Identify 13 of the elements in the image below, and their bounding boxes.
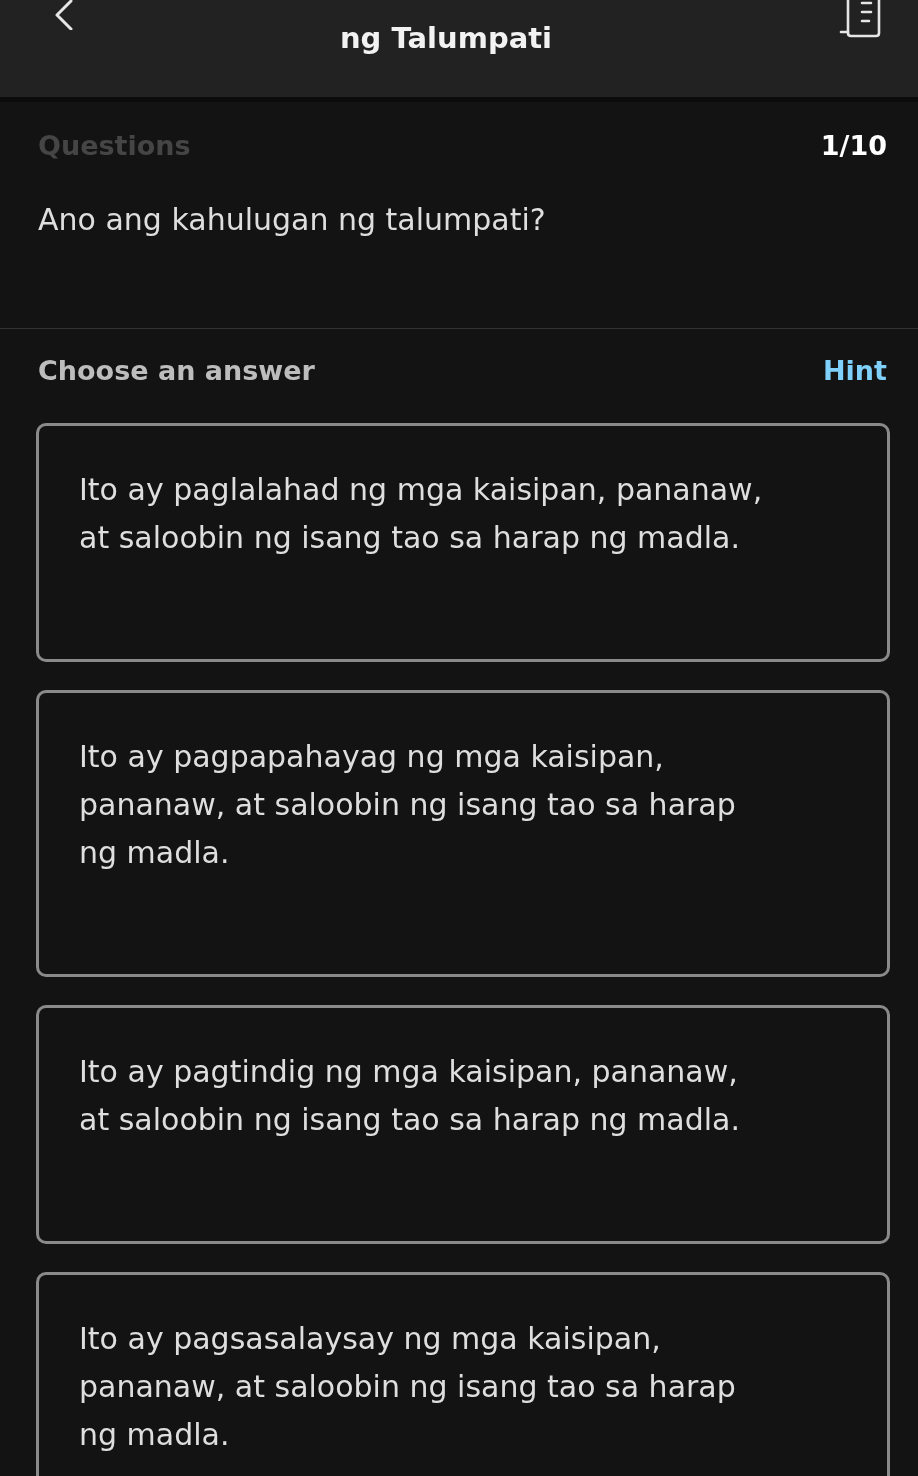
chevron-left-icon [54, 0, 74, 30]
back-button[interactable] [54, 0, 74, 30]
document-list-icon [838, 0, 882, 38]
answer-option[interactable]: Ito ay pagsasalaysay ng mga kaisipan, pananaw, at saloobin ng isang tao sa harap ng madla. [36, 1272, 890, 1476]
notes-button[interactable] [838, 0, 882, 38]
answer-option[interactable]: Ito ay pagpapahayag ng mga kaisipan, pananaw, at saloobin ng isang tao sa harap ng madla. [36, 690, 890, 977]
answer-option[interactable]: Ito ay paglalahad ng mga kaisipan, pananaw, at saloobin ng isang tao sa harap ng madla. [36, 423, 890, 662]
choose-answer-label: Choose an answer [38, 354, 315, 388]
answer-option[interactable]: Ito ay pagtindig ng mga kaisipan, pananaw, at saloobin ng isang tao sa harap ng madla. [36, 1005, 890, 1244]
question-counter: 1/10 [820, 129, 887, 163]
hint-link[interactable]: Hint [823, 351, 887, 391]
lesson-title: ng Talumpati [338, 20, 554, 57]
question-text: Ano ang kahulugan ng talumpati? [38, 201, 547, 239]
